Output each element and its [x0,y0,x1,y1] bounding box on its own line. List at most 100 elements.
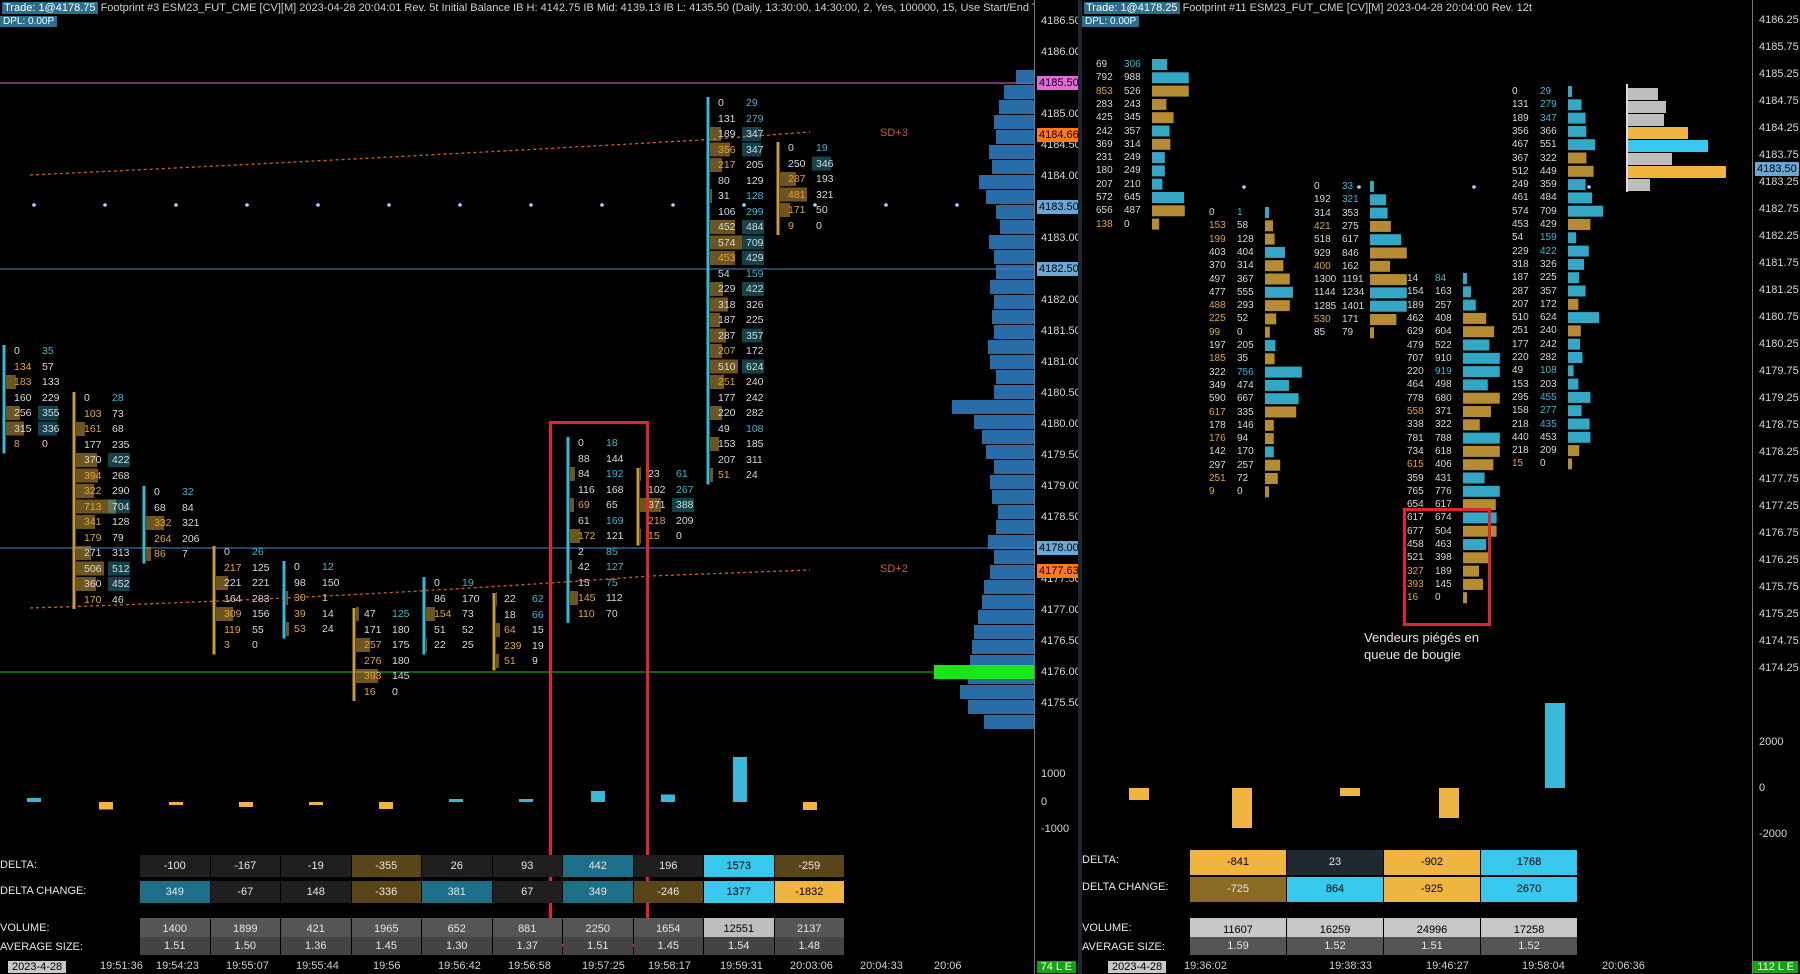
left-delta_change-cell: 148 [281,881,351,903]
left-price-axis[interactable]: 4186.504186.004185.504185.004184.504184.… [1034,0,1078,974]
right-footprint-bid: 781 [1407,432,1424,444]
right-delta-profile-bar [1568,405,1582,417]
left-delta_change-cell: -246 [633,881,703,903]
right-footprint-ask: 617 [1342,234,1359,246]
right-highlight-box [1403,508,1491,626]
right-delta-profile-bar [1370,247,1407,259]
left-price-tick: 4186.00 [1041,46,1078,58]
left-footprint-chart[interactable]: Trade: 1@4178.75 Footprint #3 ESM23_FUT_… [0,0,1078,974]
left-footprint-bid: 574 [718,236,736,249]
left-stat-label: DELTA CHANGE: [0,885,87,897]
left-footprint-bid: 49 [718,422,730,435]
left-time-label: 19:55:44 [296,960,339,972]
left-footprint-ask: 1 [322,592,328,604]
right-footprint-ask: 275 [1342,220,1359,232]
right-price-tick: 4176.75 [1759,527,1799,539]
left-footprint-bid: 134 [14,360,32,373]
right-footprint-bid: 574 [1512,205,1529,217]
left-volume-profile-bar [986,445,1034,459]
left-footprint-bid: 287 [718,329,736,342]
left-footprint-bid: 22 [504,593,516,605]
right-footprint-ask: 146 [1237,419,1254,431]
left-footprint-bid: 251 [718,376,736,388]
left-delta_change-cell: 67 [492,881,562,903]
right-footprint-bid: 187 [1512,272,1529,284]
right-footprint-bid: 400 [1314,260,1331,272]
right-delta-profile-bar [1152,72,1189,84]
right-footprint-ask: 314 [1237,260,1254,272]
right-footprint-ask: 366 [1540,125,1557,137]
right-delta-profile-bar [1568,431,1591,443]
left-price-tick: 4177.00 [1041,604,1078,616]
right-footprint-ask: 667 [1237,393,1254,405]
right-footprint-ask: 52 [1237,313,1249,325]
right-footprint-bid: 295 [1512,391,1529,403]
right-delta-candle [1232,788,1252,828]
left-footprint-ask: 125 [252,561,270,574]
left-price-tag: 4184.66 [1037,128,1078,143]
left-footprint-ask: 180 [392,654,410,667]
right-delta_change-cell: -925 [1384,877,1480,902]
left-footprint-ask: 0 [676,530,682,542]
right-delta-profile-bar [1568,325,1581,337]
left-footprint-canvas[interactable] [0,0,1078,974]
left-delta-candle [661,794,675,802]
right-footprint-ask: 371 [1435,406,1452,417]
right-session-profile-bar [1628,179,1650,191]
right-price-axis[interactable]: 4186.25 4185.25 4184.25 4183.25 4182.25 4181.… [1752,0,1800,974]
right-delta-profile-bar [1568,258,1584,270]
right-time-label: 19:46:27 [1426,960,1469,972]
left-ib-dot [174,203,178,207]
left-footprint-ask: 24 [746,469,758,481]
left-stat-label: DELTA: [0,859,37,871]
left-footprint-ask: 206 [182,532,200,545]
right-footprint-bid: 322 [1209,366,1226,378]
left-ib-dot [671,203,675,207]
right-footprint-ask: 776 [1435,485,1452,497]
left-footprint-bid: 53 [294,623,306,635]
left-footprint-ask: 221 [252,577,270,589]
left-footprint-bid: 239 [504,639,522,652]
right-delta-profile-bar [1568,352,1583,363]
left-footprint-ask: 9 [532,655,538,667]
right-footprint-ask: 431 [1435,472,1452,484]
right-delta-profile-bar [1265,473,1278,484]
right-footprint-bid: 425 [1096,112,1113,124]
right-footprint-ask: 624 [1540,312,1557,324]
left-footprint-ask: 512 [112,562,130,575]
left-footprint-bid: 68 [154,501,166,514]
left-delta-candle [803,802,817,810]
right-footprint-ask: 484 [1540,192,1557,204]
right-footprint-ask: 474 [1237,379,1254,391]
right-price-tick: 4184.25 [1759,122,1799,134]
right-footprint-bid: 242 [1096,125,1113,137]
right-footprint-ask: 555 [1237,286,1254,298]
left-delta_change-cell: 381 [422,881,492,903]
left-footprint-bid: 370 [84,454,102,466]
right-delta-profile-bar [1463,299,1476,311]
left-delta-candle [239,802,253,807]
right-footprint-bid: 461 [1512,192,1529,204]
right-delta-profile-bar [1568,445,1580,457]
left-footprint-bid: 713 [84,500,102,513]
left-footprint-ask: 422 [746,283,764,295]
left-footprint-bid: 164 [224,592,242,605]
left-delta-cell: 93 [492,855,562,877]
left-footprint-bid: 171 [364,623,382,636]
right-delta-profile-bar [1152,98,1167,110]
right-footprint-bid: 154 [1407,286,1424,298]
right-footprint-ask: 72 [1237,473,1249,484]
left-volume-profile-bar [990,355,1034,369]
right-footprint-ask: 225 [1540,272,1557,284]
right-delta-profile-bar [1152,192,1184,203]
left-volume-profile-bar [1004,85,1034,99]
left-footprint-ask: 422 [112,454,130,466]
right-delta-profile-bar [1568,458,1572,470]
right-footprint-ask: 79 [1342,327,1354,339]
right-footprint-chart[interactable]: Trade: 1@4178.25 Footprint #11 ESM23_FUT… [1082,0,1800,974]
right-delta-profile-bar [1568,125,1587,137]
right-footprint-bid: 512 [1512,165,1529,177]
right-footprint-ask: 314 [1124,138,1141,150]
right-footprint-bid: 297 [1209,459,1226,471]
left-delta-candle [27,798,41,802]
